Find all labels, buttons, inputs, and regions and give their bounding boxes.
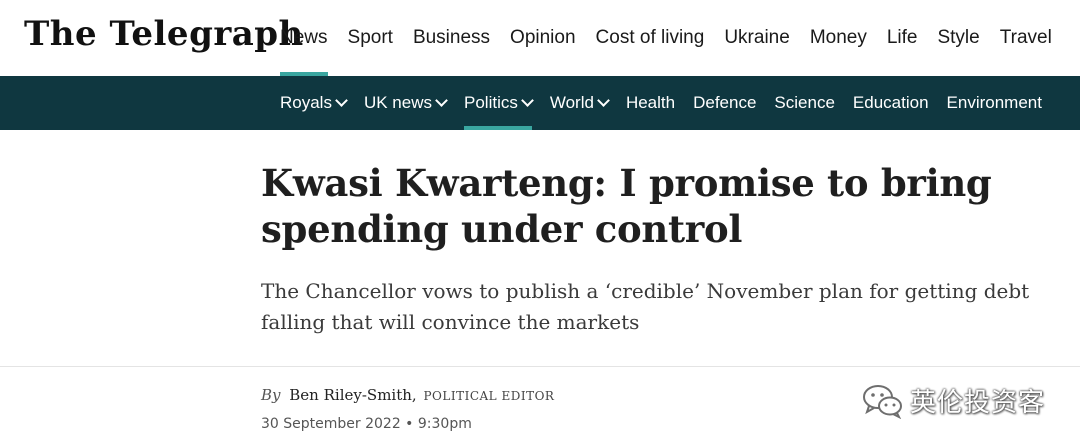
byline: By Ben Riley-Smith, POLITICAL EDITOR [261,386,554,404]
primary-nav: News Sport Business Opinion Cost of livi… [270,0,1062,76]
chevron-down-icon [335,93,348,107]
nav-news[interactable]: News [270,0,338,76]
nav-style[interactable]: Style [927,0,989,76]
publish-date: 30 September 2022 • 9:30pm [261,416,472,432]
article-standfirst: The Chancellor vows to publish a ‘credib… [261,279,1030,334]
author-role: POLITICAL EDITOR [423,389,555,403]
subnav-label: World [549,93,594,112]
wechat-watermark: 英伦投资客 [862,382,1045,419]
watermark-text: 英伦投资客 [910,388,1046,418]
nav-opinion[interactable]: Opinion [500,0,586,76]
wechat-icon [863,384,902,419]
telegraph-logo[interactable]: The Telegraph [24,14,304,54]
chevron-down-icon [435,93,448,107]
top-header: The Telegraph News Sport Business Opinio… [0,0,1080,76]
subnav-royals[interactable]: Royals [271,76,355,130]
nav-sport[interactable]: Sport [338,0,403,76]
chevron-down-icon [597,93,610,107]
chevron-down-icon [520,93,534,107]
subnav-education[interactable]: Education [844,76,938,130]
nav-business[interactable]: Business [403,0,500,76]
article-headline: Kwasi Kwarteng: I promise to bring spend… [261,161,992,251]
subnav-label: Politics [464,93,518,112]
subnav-label: Royals [280,93,332,112]
subnav-science[interactable]: Science [765,76,843,130]
secondary-nav: Royals UK news Politics World Health Def… [271,76,1051,130]
nav-money[interactable]: Money [800,0,877,76]
nav-ukraine[interactable]: Ukraine [714,0,799,76]
subnav-uk-news[interactable]: UK news [355,76,455,130]
divider [0,366,1080,367]
subnav-politics[interactable]: Politics [455,76,541,130]
subnav-label: UK news [363,93,432,112]
author-link[interactable]: Ben Riley-Smith, [289,386,416,404]
subnav-defence[interactable]: Defence [684,76,765,130]
nav-travel[interactable]: Travel [990,0,1062,76]
byline-prefix: By [261,386,281,404]
subnav-world[interactable]: World [541,76,617,130]
subnav-environment[interactable]: Environment [938,76,1051,130]
nav-cost-of-living[interactable]: Cost of living [586,0,715,76]
nav-life[interactable]: Life [877,0,928,76]
subnav-health[interactable]: Health [617,76,684,130]
secondary-nav-bar: Royals UK news Politics World Health Def… [0,76,1080,130]
